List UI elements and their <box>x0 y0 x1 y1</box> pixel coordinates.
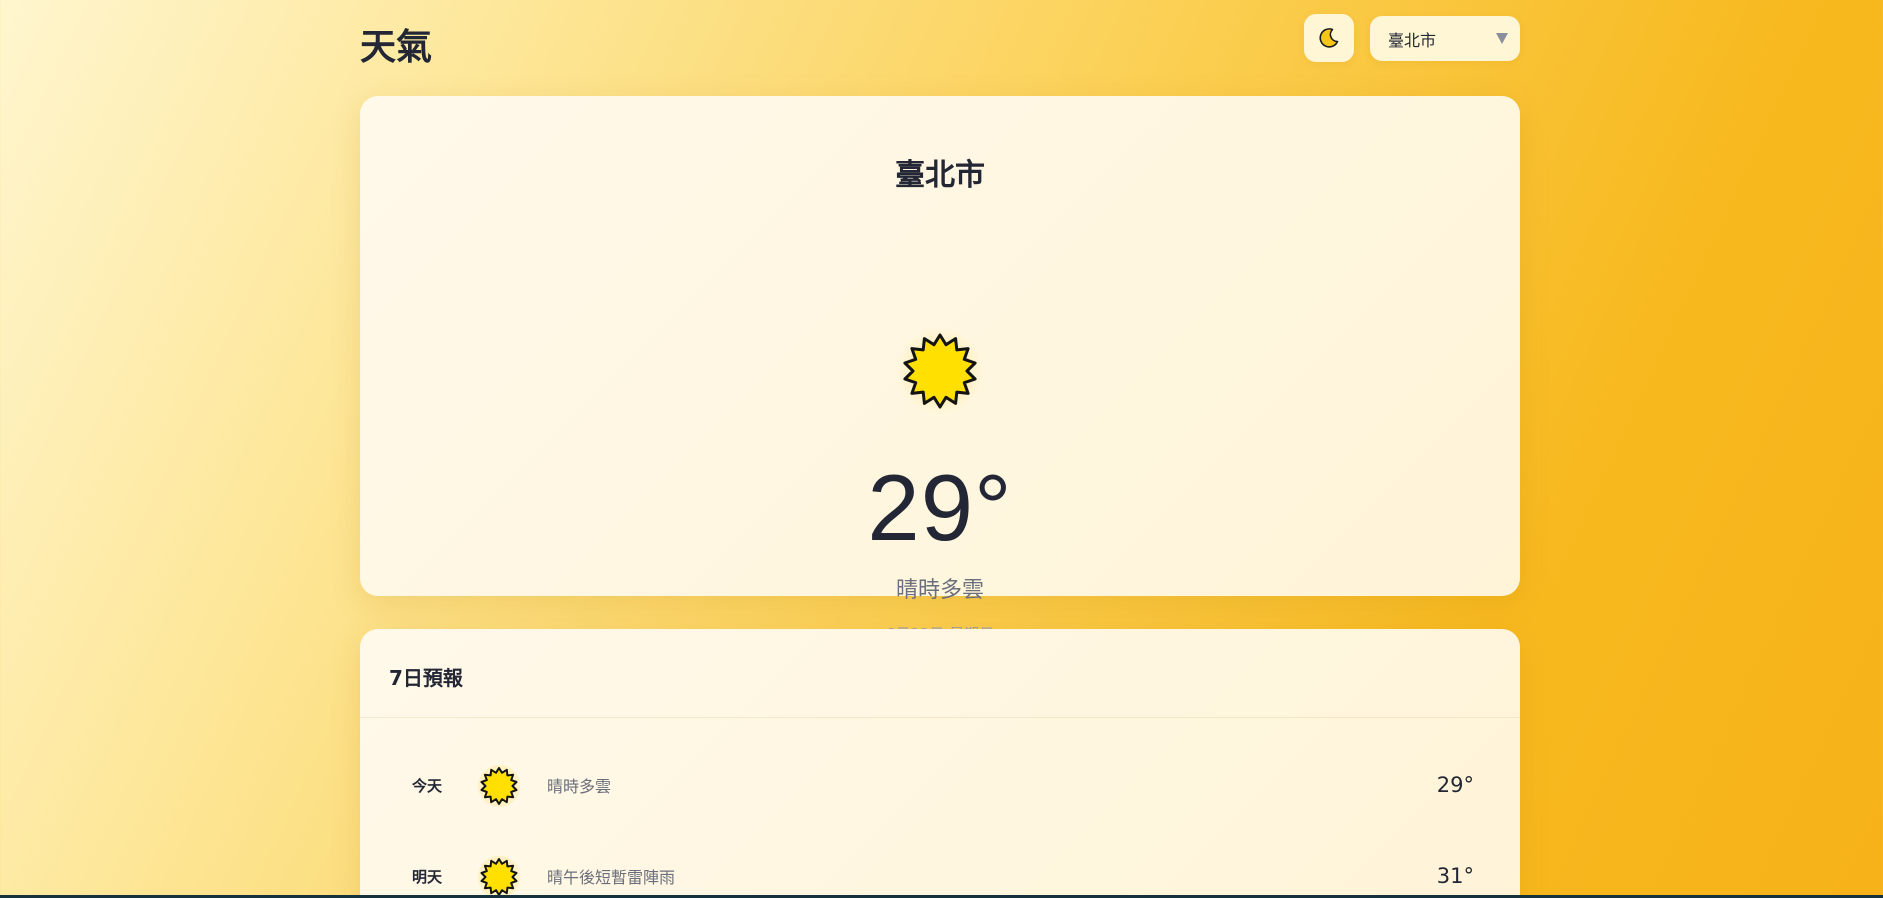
forecast-condition: 晴時多雲 <box>547 777 612 796</box>
sun-icon <box>478 856 520 898</box>
current-city: 臺北市 <box>895 158 985 193</box>
forecast-row: 明天 晴午後短暫雷陣雨 31° <box>360 846 1520 898</box>
current-temperature: 29° <box>867 455 1013 560</box>
divider <box>360 717 1520 718</box>
theme-toggle-button[interactable] <box>1304 14 1354 62</box>
forecast-row: 今天 晴時多雲 29° <box>360 755 1520 815</box>
app-title: 天氣 <box>360 27 433 68</box>
header: 天氣 臺北市 <box>360 0 1520 96</box>
forecast-condition: 晴午後短暫雷陣雨 <box>547 868 676 887</box>
city-select-value: 臺北市 <box>1388 30 1437 50</box>
current-description: 晴時多雲 <box>895 578 984 603</box>
forecast-card: 7日預報 今天 晴時多雲 29° 明天 晴午後短暫雷陣雨 31° <box>360 629 1520 898</box>
chevron-down-icon <box>1496 33 1508 44</box>
forecast-day: 今天 <box>412 776 443 795</box>
forecast-temp: 31° <box>1436 864 1474 888</box>
moon-icon <box>1319 28 1339 48</box>
forecast-title: 7日預報 <box>389 666 463 690</box>
sun-icon <box>478 765 520 807</box>
city-select[interactable]: 臺北市 <box>1370 16 1520 61</box>
forecast-temp: 29° <box>1436 773 1474 797</box>
sun-icon <box>896 327 984 415</box>
forecast-day: 明天 <box>412 867 443 886</box>
current-weather-card: 臺北市 29° 晴時多雲 6月22日 星期日 <box>360 96 1520 643</box>
app-container: 天氣 臺北市 臺北市 29° 晴時多雲 6月22日 星期日 <box>360 0 1520 898</box>
